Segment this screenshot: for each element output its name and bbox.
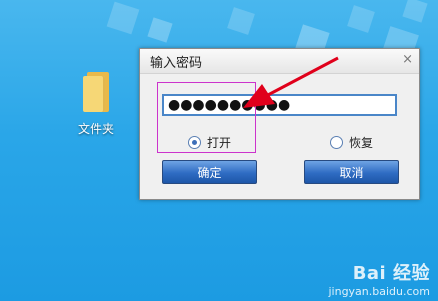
watermark: Bai 经验 jingyan.baidu.com <box>328 259 430 298</box>
watermark-url: jingyan.baidu.com <box>328 285 430 298</box>
watermark-brand: Bai 经验 <box>352 263 430 284</box>
annotation-arrow-icon <box>243 56 339 108</box>
